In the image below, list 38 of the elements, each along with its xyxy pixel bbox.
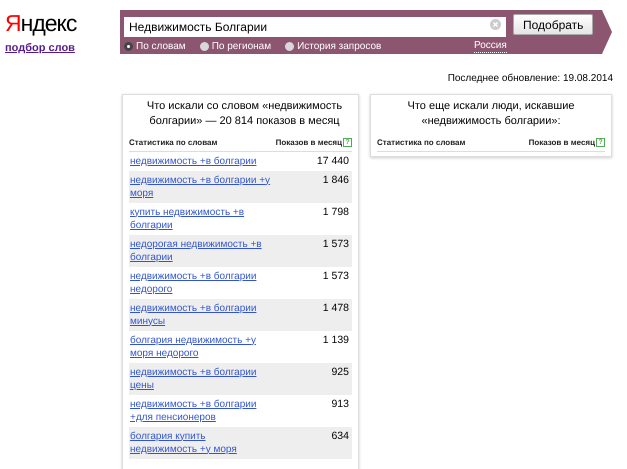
mode-label[interactable]: По словам (136, 39, 186, 54)
count-cell-text: 1 139 (322, 334, 350, 346)
region-link[interactable]: Россия (474, 40, 507, 53)
count-cell-text: 925 (331, 366, 350, 378)
search-field[interactable]: Недвижимость Болгарии (124, 16, 506, 36)
phrase-link[interactable]: недвижимость +в болгарии (130, 154, 275, 168)
phrase-link[interactable]: недвижимость +в болгарии +у моря (130, 174, 275, 200)
last-update: Последнее обновление: 19.08.2014 (448, 72, 613, 86)
phrase-link[interactable]: купить недвижимость +в болгарии (130, 206, 275, 232)
count-cell-text: 1 573 (322, 238, 350, 250)
logo[interactable]: Яндекс (5, 10, 120, 36)
service-link[interactable]: подбор слов (5, 40, 75, 56)
mode-label[interactable]: История запросов (297, 39, 382, 54)
count-cell-text: 1 846 (322, 174, 350, 186)
count-cell-text: 1 798 (322, 206, 350, 218)
phrase-link[interactable]: болгария недвижимость +у моря недорого (130, 334, 275, 360)
phrase-link[interactable]: недвижимость +в болгарии минусы (130, 302, 275, 328)
count-cell-text: 634 (331, 430, 350, 442)
phrase-link[interactable]: болгария купить недвижимость +у моря (130, 430, 275, 456)
mode-label[interactable]: По регионам (212, 39, 272, 54)
search-button[interactable]: Подобрать (513, 14, 594, 35)
radio-button[interactable] (285, 42, 294, 51)
count-cell-text: 913 (331, 398, 350, 410)
panel-title: Что еще искали люди, искавшие «недвижимость болгарии»: (406, 98, 576, 128)
phrase-link[interactable]: недвижимость +в болгарии недорого (130, 270, 275, 296)
count-cell-text: 1 573 (322, 270, 350, 282)
phrase-link[interactable]: недорогая недвижимость +в болгарии (130, 238, 275, 264)
count-cell-text: 17 440 (316, 154, 350, 168)
column-header: Показов в месяц (528, 136, 595, 148)
phrase-link[interactable]: недвижимость +в болгарии +для пенсионеров (130, 398, 275, 424)
radio-button[interactable] (200, 42, 209, 51)
count-cell-text: 1 478 (322, 302, 350, 314)
column-header: Статистика по словам (129, 136, 218, 148)
column-header: Статистика по словам (377, 136, 466, 148)
radio-button[interactable] (124, 42, 133, 51)
panel-title: Что искали со словом «недвижимость болгарии» — 20 814 показов в месяц (146, 98, 344, 128)
column-header: Показов в месяц (276, 136, 342, 148)
phrase-link[interactable]: недвижимость +в болгарии цены (130, 366, 275, 392)
